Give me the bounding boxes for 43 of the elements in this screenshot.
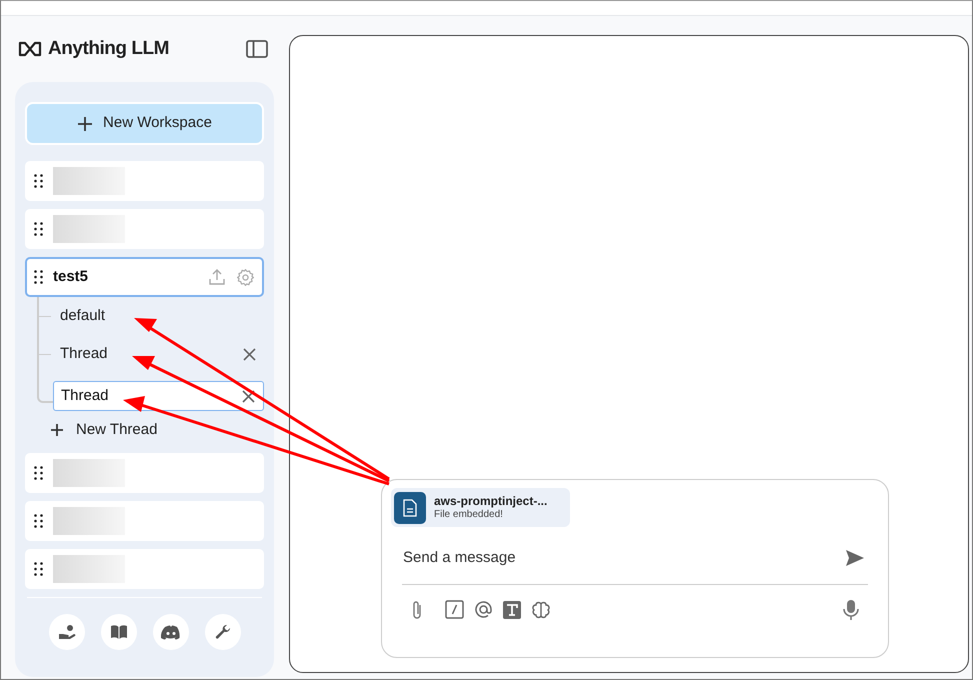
new-thread-button[interactable]: New Thread (25, 411, 264, 449)
wrench-icon[interactable] (204, 614, 240, 650)
send-icon[interactable] (845, 549, 865, 568)
blurred-name (53, 459, 125, 487)
tree-line (37, 335, 53, 373)
blurred-name (53, 555, 125, 583)
drag-handle-icon[interactable] (34, 514, 43, 528)
book-icon[interactable] (100, 614, 136, 650)
plus-icon (77, 116, 94, 132)
drag-handle-icon[interactable] (34, 174, 43, 188)
document-icon (394, 492, 426, 524)
tree-line (37, 297, 53, 335)
attachment-chip[interactable]: aws-promptinject-... File embedded! (391, 488, 570, 527)
support-icon[interactable] (48, 614, 84, 650)
logo-icon (18, 41, 42, 57)
plus-icon (51, 424, 63, 436)
sidebar-toggle-icon[interactable] (246, 40, 268, 58)
microphone-icon[interactable] (843, 598, 859, 620)
paperclip-icon[interactable] (411, 600, 423, 620)
brain-icon[interactable] (531, 600, 551, 618)
close-icon[interactable] (243, 348, 256, 360)
thread-item[interactable]: Thread (53, 339, 264, 369)
blurred-name (53, 167, 125, 195)
slash-command-icon[interactable] (445, 600, 464, 619)
file-status: File embedded! (434, 508, 504, 522)
blurred-name (53, 215, 125, 243)
thread-item[interactable]: Thread (53, 381, 264, 411)
blurred-name (53, 507, 125, 535)
text-format-icon[interactable] (503, 600, 521, 618)
chat-community-icon[interactable] (152, 614, 188, 650)
new-workspace-button[interactable]: New Workspace (25, 102, 264, 145)
drag-handle-icon[interactable] (34, 270, 43, 284)
logo-text: Anything LLM (48, 36, 169, 61)
at-sign-icon[interactable] (474, 600, 493, 619)
message-input[interactable]: Send a message (403, 547, 845, 570)
drag-handle-icon[interactable] (34, 466, 43, 480)
drag-handle-icon[interactable] (34, 562, 43, 576)
workspace-name: test5 (53, 266, 90, 287)
workspace-item[interactable]: test5 (25, 257, 264, 297)
file-name: aws-promptinject-... (434, 494, 548, 509)
thread-item[interactable]: default (53, 301, 264, 331)
drag-handle-icon[interactable] (34, 222, 43, 236)
close-icon[interactable] (242, 390, 255, 402)
